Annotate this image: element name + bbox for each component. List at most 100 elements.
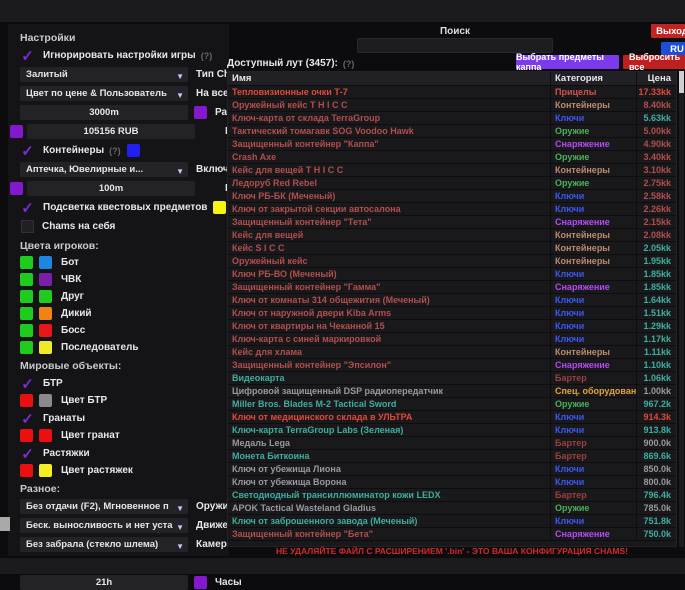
checkbox-checked-icon[interactable] [20, 49, 35, 63]
table-row[interactable]: Защищенный контейнер "Гамма"Снаряжение1.… [228, 281, 676, 294]
table-row[interactable]: APOK Tactical Wasteland GladiusОружие785… [228, 502, 676, 515]
container-distance-input[interactable]: 100m [27, 181, 195, 196]
distance-input[interactable]: 3000m [20, 105, 188, 120]
table-row[interactable]: Светодиодный трансиллюминатор кожи LEDXБ… [228, 489, 676, 502]
player-visible-swatch[interactable] [20, 324, 33, 337]
table-row[interactable]: Защищенный контейнер "Эпсилон"Снаряжение… [228, 359, 676, 372]
table-row[interactable]: Ключ-карта с синей маркировкойКлючи1.17k… [228, 333, 676, 346]
player-visible-swatch[interactable] [20, 341, 33, 354]
column-header-category[interactable]: Категория [550, 72, 636, 85]
container-distance-swatch[interactable] [10, 182, 23, 195]
player-color-swatch[interactable] [39, 307, 52, 320]
distance-color-swatch[interactable] [194, 106, 207, 119]
table-row[interactable]: Ключ-карта от склада TerraGroupКлючи5.63… [228, 112, 676, 125]
table-row[interactable]: Монета БиткоинаБартер869.6k [228, 450, 676, 463]
player-color-swatch[interactable] [39, 324, 52, 337]
player-visible-swatch[interactable] [20, 307, 33, 320]
help-icon[interactable]: (?) [109, 146, 121, 156]
world-swatch[interactable] [20, 429, 33, 442]
table-row[interactable]: Ключ от комнаты 314 общежития (Меченый)К… [228, 294, 676, 307]
item-price: 800.0k [636, 476, 676, 488]
table-row[interactable]: Ключ от квартиры на Чеканной 15Ключи1.29… [228, 320, 676, 333]
player-color-swatch[interactable] [39, 273, 52, 286]
table-row[interactable]: Ключ от убежища ВоронаКлючи800.0k [228, 476, 676, 489]
world-swatch[interactable] [20, 394, 33, 407]
table-row[interactable]: Ключ от убежища ЛионаКлючи850.0k [228, 463, 676, 476]
table-row[interactable]: Кейс для вещейКонтейнеры2.08kk [228, 229, 676, 242]
table-row[interactable]: Медаль LegaБартер900.0k [228, 437, 676, 450]
table-row[interactable]: Защищенный контейнер "Тета"Снаряжение2.1… [228, 216, 676, 229]
scrollbar-thumb[interactable] [679, 71, 684, 93]
player-color-swatch[interactable] [39, 341, 52, 354]
scrollbar[interactable] [679, 71, 684, 547]
checkbox-checked-icon[interactable] [20, 377, 35, 391]
player-label: Друг [61, 291, 84, 302]
min-price-color-swatch[interactable] [10, 125, 23, 138]
select-kappa-items-button[interactable]: Выбрать предметы каппа [516, 55, 619, 69]
player-visible-swatch[interactable] [20, 256, 33, 269]
camera-misc-dropdown[interactable]: Без забрала (стекло шлема) [20, 537, 188, 552]
world-color-swatch[interactable] [39, 394, 52, 407]
panel-handle[interactable] [0, 517, 10, 531]
checkbox-checked-icon[interactable] [20, 201, 35, 215]
item-price: 2.26kk [636, 203, 676, 215]
world-swatch[interactable] [20, 464, 33, 477]
table-row[interactable]: Кейс для вещей T H I C CКонтейнеры3.10kk [228, 164, 676, 177]
hours-color-swatch[interactable] [194, 576, 207, 589]
table-row[interactable]: Цифровой защищенный DSP радиопередатчикС… [228, 385, 676, 398]
grenades-color-row: Цвет гранат [8, 429, 229, 442]
checkbox-checked-icon[interactable] [20, 144, 35, 158]
movement-misc-dropdown[interactable]: Беск. выносливость и нет уста [20, 518, 188, 533]
help-icon[interactable]: (?) [343, 59, 355, 69]
table-row[interactable]: Защищенный контейнер "Бета"Снаряжение750… [228, 528, 676, 541]
player-visible-swatch[interactable] [20, 273, 33, 286]
item-category: Ключи [550, 476, 636, 488]
table-row[interactable]: Miller Bros. Blades M-2 Tactical SwordОр… [228, 398, 676, 411]
color-mode-value: Цвет по цене & Пользователь [26, 88, 176, 99]
weapon-misc-dropdown[interactable]: Без отдачи (F2), Мгновенное п [20, 499, 188, 514]
help-icon[interactable]: (?) [201, 51, 213, 61]
table-row[interactable]: Тепловизионные очки Т-7Прицелы17.33kk [228, 86, 676, 99]
table-row[interactable]: Ключ от заброшенного завода (Меченый)Клю… [228, 515, 676, 528]
exit-button[interactable]: Выход [651, 24, 685, 38]
color-mode-dropdown[interactable]: Цвет по цене & Пользователь [20, 86, 188, 101]
hours-input[interactable]: 21h [20, 575, 188, 590]
table-row[interactable]: Crash AxeОружие3.40kk [228, 151, 676, 164]
search-input[interactable] [357, 38, 553, 53]
table-row[interactable]: Ключ от медицинского склада в УЛЬТРАКлюч… [228, 411, 676, 424]
column-header-name[interactable]: Имя [228, 72, 550, 85]
world-color-swatch[interactable] [39, 429, 52, 442]
table-row[interactable]: Защищенный контейнер "Каппа"Снаряжение4.… [228, 138, 676, 151]
table-row[interactable]: Ключ от закрытой секции автосалонаКлючи2… [228, 203, 676, 216]
discard-all-button[interactable]: Выбросить все [623, 55, 685, 69]
table-row[interactable]: Ледоруб Red RebelОружие2.75kk [228, 177, 676, 190]
item-category: Снаряжение [550, 528, 636, 540]
player-color-row: Друг [8, 290, 229, 303]
quest-items-color-swatch[interactable] [213, 201, 226, 214]
table-row[interactable]: Кейс S I C CКонтейнеры2.05kk [228, 242, 676, 255]
checkbox-checked-icon[interactable] [20, 412, 35, 426]
containers-color-swatch[interactable] [127, 144, 140, 157]
checkbox-unchecked-icon[interactable] [21, 220, 34, 233]
column-header-price[interactable]: Цена [636, 72, 676, 85]
chams-type-dropdown[interactable]: Залитый [20, 67, 188, 82]
table-row[interactable]: Оружейный кейсКонтейнеры1.95kk [228, 255, 676, 268]
table-row[interactable]: Оружейный кейс T H I C CКонтейнеры8.40kk [228, 99, 676, 112]
player-color-swatch[interactable] [39, 290, 52, 303]
table-row[interactable]: Ключ от наружной двери Kiba ArmsКлючи1.5… [228, 307, 676, 320]
table-row[interactable]: Ключ-карта TerraGroup Labs (Зеленая)Ключ… [228, 424, 676, 437]
min-price-input[interactable]: 105156 RUB [27, 124, 195, 139]
table-row[interactable]: Кейс для хламаКонтейнеры1.11kk [228, 346, 676, 359]
table-row[interactable]: ВидеокартаБартер1.06kk [228, 372, 676, 385]
player-visible-swatch[interactable] [20, 290, 33, 303]
table-row[interactable]: Ключ РБ-БК (Меченый)Ключи2.58kk [228, 190, 676, 203]
container-types-dropdown[interactable]: Аптечка, Ювелирные и... [20, 162, 188, 177]
world-color-swatch[interactable] [39, 464, 52, 477]
player-color-swatch[interactable] [39, 256, 52, 269]
camera-misc-value: Без забрала (стекло шлема) [26, 539, 176, 550]
checkbox-checked-icon[interactable] [20, 447, 35, 461]
table-row[interactable]: Ключ РБ-ВО (Меченый)Ключи1.85kk [228, 268, 676, 281]
item-category: Оружие [550, 125, 636, 137]
table-row[interactable]: Тактический томагавк SOG Voodoo HawkОруж… [228, 125, 676, 138]
chevron-down-icon [176, 536, 184, 554]
